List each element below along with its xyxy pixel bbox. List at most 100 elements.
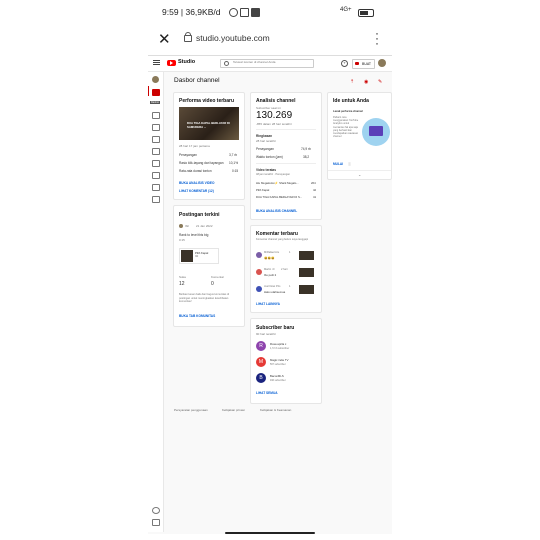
- terms-link[interactable]: Persyaratan penggunaan: [174, 408, 208, 412]
- video-thumbnail[interactable]: DUA TIGA KAPAL BERLAYAR DI SAMUDERA ...: [179, 107, 239, 140]
- stat-label: Penayangan: [179, 153, 197, 157]
- summary-value: 74,9 rb: [301, 147, 311, 151]
- dnd-icon: [229, 8, 238, 17]
- more-comments-link[interactable]: LIHAT LAINNYA: [256, 302, 280, 306]
- top-video-title[interactable]: DUA TIGA KAPAL BERLAYAR DI S...: [256, 195, 302, 199]
- community-tab-link[interactable]: BUKA TAB KOMUNITAS: [179, 314, 215, 318]
- channel-avatar[interactable]: [152, 76, 159, 83]
- subscriber-name[interactable]: BaconMLS: [270, 374, 284, 378]
- latest-comments-card: Komentar terbaru Komentar channel yang b…: [250, 225, 322, 313]
- card-title: Ide untuk Anda: [333, 98, 369, 104]
- lock-icon[interactable]: [184, 32, 192, 42]
- comments-sub: Komentar channel yang belum saya tanggap…: [256, 238, 309, 241]
- subscriber-count: 567 subscriber: [270, 363, 286, 366]
- feedback-icon[interactable]: [152, 519, 160, 526]
- youtube-logo-icon[interactable]: [167, 60, 176, 66]
- safety-link[interactable]: Kebijakan & Keamanan: [260, 408, 291, 412]
- commenter-avatar: [256, 286, 262, 292]
- signal-icon: 4G+: [340, 7, 352, 13]
- search-input[interactable]: Telusuri konten di channel Anda: [220, 59, 314, 68]
- comment-video-thumbnail[interactable]: [299, 268, 314, 277]
- more-options-icon[interactable]: · · ·: [375, 27, 379, 49]
- top-video-title[interactable]: Hiu Megalodon⚡ Shark Megalo...: [256, 181, 299, 185]
- account-avatar[interactable]: [378, 59, 386, 67]
- summary-value: 38,2: [303, 155, 310, 159]
- post-stat-label: Suka: [179, 275, 186, 279]
- edit-icon[interactable]: ✎: [378, 79, 382, 85]
- app-icon: [251, 8, 260, 17]
- video-analysis-link[interactable]: BUKA ANALISIS VIDEO: [179, 181, 215, 185]
- stat-value: 10,1%: [229, 161, 239, 165]
- page-title: Dasbor channel: [174, 77, 220, 84]
- commenter-avatar: [256, 269, 262, 275]
- upload-icon[interactable]: ⇡: [350, 79, 354, 85]
- gesture-bar[interactable]: [225, 532, 315, 534]
- top-video-title[interactable]: Pilih Kapal: [256, 188, 269, 192]
- content-icon[interactable]: [152, 112, 160, 119]
- summary-label: Penayangan: [256, 147, 274, 151]
- create-label: BUAT: [362, 62, 372, 66]
- url-text[interactable]: studio.youtube.com: [196, 33, 270, 43]
- studio-topbar: Studio Telusuri konten di channel Anda ?…: [148, 56, 392, 72]
- subscriber-name[interactable]: Magic indie TV: [270, 358, 288, 362]
- comment-text: 😆😆😆: [264, 256, 275, 260]
- playlist-icon[interactable]: [152, 124, 160, 131]
- card-title: Subscriber baru: [256, 325, 295, 331]
- view-comments-link[interactable]: LIHAT KOMENTAR (12): [179, 189, 214, 193]
- ideas-card: Ide untuk Anda Lacak performa channel Pa…: [327, 92, 392, 180]
- settings-icon[interactable]: [152, 507, 160, 514]
- channel-analytics-card: Analisis channel Subscriber saat ini 130…: [250, 92, 322, 220]
- comment-video-thumbnail[interactable]: [299, 285, 314, 294]
- status-time: 9:59 | 36,9KB/d: [162, 7, 221, 17]
- subscriber-name[interactable]: Rosa aprila c: [270, 342, 286, 346]
- embed-thumbnail: [181, 250, 193, 262]
- post-embed[interactable]: Pilih Kapal Ibil: [179, 248, 219, 264]
- comment-text: Halo udahsemua: [264, 290, 286, 294]
- video-camera-icon: [355, 62, 359, 65]
- commenter-avatar: [256, 252, 262, 258]
- studio-logo-text: Studio: [178, 59, 196, 65]
- stat-label: Rata-rata durasi tonton: [179, 169, 212, 173]
- browser-bar: ✕ studio.youtube.com · · ·: [148, 26, 392, 52]
- embed-sub: Ibil: [195, 255, 199, 258]
- audio-library-icon[interactable]: [152, 196, 160, 203]
- privacy-link[interactable]: Kebijakan privasi: [222, 408, 245, 412]
- battery-icon: [358, 9, 374, 17]
- thumbnail-caption: DUA TIGA KAPAL BERLAYAR DI SAMUDERA ...: [187, 121, 230, 129]
- subscriber-avatar[interactable]: M: [256, 357, 266, 367]
- subscriber-avatar[interactable]: R: [256, 341, 266, 351]
- chevron-down-icon[interactable]: ⌄: [358, 172, 361, 177]
- latest-video-card: Performa video terbaru DUA TIGA KAPAL BE…: [173, 92, 245, 200]
- post-stat-value: 12: [179, 281, 185, 287]
- summary-sub: 28 hari terakhir: [256, 139, 277, 143]
- customization-icon[interactable]: [152, 184, 160, 191]
- monetization-icon[interactable]: [152, 172, 160, 179]
- close-icon[interactable]: ✕: [158, 30, 171, 48]
- channel-analysis-link[interactable]: BUKA ANALISIS CHANNEL: [256, 209, 297, 213]
- help-icon[interactable]: ?: [341, 60, 348, 67]
- see-all-subscribers-link[interactable]: LIHAT SEMUA: [256, 391, 278, 395]
- comment-time: 1: [289, 251, 291, 254]
- subscriber-avatar[interactable]: B: [256, 373, 266, 383]
- info-icon[interactable]: ⓘ: [348, 162, 351, 166]
- stat-value: 3,7 rb: [229, 153, 238, 157]
- subtitles-icon[interactable]: [152, 160, 160, 167]
- comments-icon[interactable]: [152, 148, 160, 155]
- live-icon[interactable]: ◉: [364, 79, 368, 85]
- create-button[interactable]: BUAT: [352, 59, 375, 69]
- subscriber-count: 1,72 rb subscriber: [270, 347, 290, 350]
- analytics-icon[interactable]: [152, 136, 160, 143]
- idea-label: Lacak performa channel: [333, 110, 363, 113]
- menu-icon[interactable]: [153, 60, 160, 61]
- dashboard-icon[interactable]: [152, 89, 160, 96]
- post-stat-label: Komentar: [211, 275, 225, 279]
- comment-video-thumbnail[interactable]: [299, 251, 314, 260]
- start-link[interactable]: MULAI: [333, 162, 343, 166]
- divider: [256, 129, 316, 130]
- post-note: Berikan kesan baik dan bagus komunitas d…: [179, 293, 230, 303]
- new-subscribers-card: Subscriber baru 90 hari terakhir R Rosa …: [250, 318, 322, 404]
- post-body: Rank to level this big: [179, 233, 209, 237]
- search-placeholder: Telusuri konten di channel Anda: [233, 60, 276, 64]
- video-meta: 28 hari 17 jam pertama: [179, 144, 210, 148]
- summary-title: Ringkasan: [256, 134, 273, 138]
